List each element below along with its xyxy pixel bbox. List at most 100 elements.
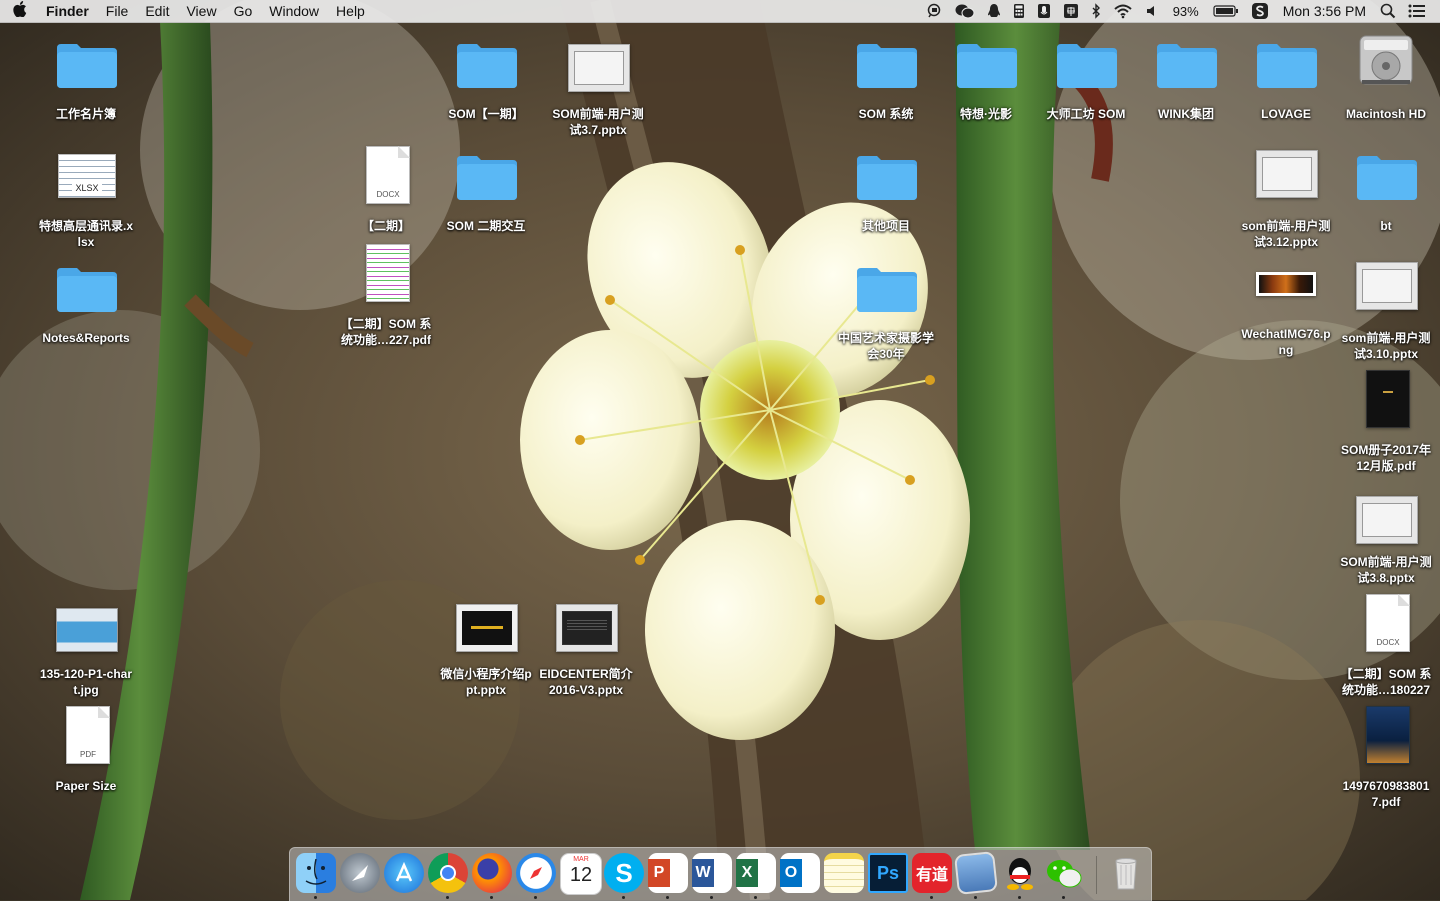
wechat-status-icon[interactable] xyxy=(949,0,981,22)
desktop-icon-pdf[interactable]: SOM册子2017年12月版.pdf xyxy=(1336,360,1436,474)
notes-icon[interactable] xyxy=(824,853,864,893)
trash-icon[interactable] xyxy=(1106,853,1146,893)
desktop-icon-folder[interactable]: SOM 二期交互 xyxy=(436,136,536,234)
battery-icon[interactable] xyxy=(1207,0,1245,22)
desktop-icon-pptx[interactable]: SOM前端-用户测试3.7.pptx xyxy=(548,24,648,138)
firefox-icon[interactable] xyxy=(472,853,512,893)
desktop-icon-pdf[interactable]: PDF Paper Size xyxy=(36,696,136,794)
desktop-icon-label: 中国艺术家摄影学会30年 xyxy=(838,331,935,361)
desktop-icon-folder[interactable]: WINK集团 xyxy=(1136,24,1236,122)
menu-file[interactable]: File xyxy=(97,0,137,22)
desktop-icon-folder[interactable]: bt xyxy=(1336,136,1436,234)
microphone-icon[interactable] xyxy=(1031,0,1057,22)
spotlight-icon[interactable] xyxy=(1374,0,1402,22)
desktop-icon-folder[interactable]: 特想·光影 xyxy=(936,24,1036,122)
desktop-icon-disk[interactable]: Macintosh HD xyxy=(1336,24,1436,122)
desktop-icon-label: SOM 系统 xyxy=(858,107,914,121)
desktop-icon-folder[interactable]: LOVAGE xyxy=(1236,24,1336,122)
desktop-icon-folder[interactable]: SOM 系统 xyxy=(836,24,936,122)
desktop-icon-folder[interactable]: SOM【一期】 xyxy=(436,24,536,122)
hard-drive-icon xyxy=(1359,35,1413,85)
presentation-file-icon xyxy=(1356,262,1418,310)
volume-icon[interactable] xyxy=(1139,0,1165,22)
photoshop-icon[interactable]: Ps xyxy=(868,853,908,893)
youdao-icon[interactable]: 有道 xyxy=(912,853,952,893)
desktop-icon-folder[interactable]: 工作名片簿 xyxy=(36,24,136,122)
bluetooth-icon[interactable] xyxy=(1085,0,1107,22)
desktop-icon-label: som前端-用户测试3.10.pptx xyxy=(1341,331,1431,361)
desktop-icon-label: 微信小程序介绍ppt.pptx xyxy=(440,667,532,697)
desktop-icon-label: 特想·光影 xyxy=(960,107,1012,121)
desktop-icon-label: bt xyxy=(1380,219,1392,233)
desktop-icon-label: Macintosh HD xyxy=(1345,107,1426,121)
calculator-icon[interactable] xyxy=(1007,0,1031,22)
folder-icon xyxy=(857,268,917,312)
app-menu-finder[interactable]: Finder xyxy=(40,0,97,22)
wifi-icon[interactable] xyxy=(1107,0,1139,22)
desktop-icon-pdf[interactable]: 【二期】SOM 系统功能…227.pdf xyxy=(336,234,436,348)
launchpad-icon[interactable] xyxy=(340,853,380,893)
menu-help[interactable]: Help xyxy=(328,0,374,22)
skype-icon[interactable]: S xyxy=(604,853,644,893)
menu-go[interactable]: Go xyxy=(225,0,261,22)
calendar-icon[interactable]: MAR 12 xyxy=(560,853,602,895)
folder-icon xyxy=(857,44,917,88)
desktop-icon-folder[interactable]: Notes&Reports xyxy=(36,248,136,346)
desktop-icon-folder[interactable]: 大师工坊 SOM xyxy=(1036,24,1136,122)
desktop-icon-png[interactable]: WechatIMG76.png xyxy=(1236,248,1336,358)
desktop-icon-docx[interactable]: DOCX 【二期】SOM 系统功能…180227 xyxy=(1336,584,1436,698)
desktop-icon-pptx[interactable]: som前端-用户测试3.10.pptx xyxy=(1336,248,1436,362)
desktop-icon-label: SOM前端-用户测试3.8.pptx xyxy=(1340,555,1432,585)
desktop-icon-pptx[interactable]: EIDCENTER简介2016-V3.pptx xyxy=(536,584,636,698)
word-icon[interactable]: W xyxy=(692,853,732,893)
sogou-input-icon[interactable] xyxy=(1245,0,1275,22)
app-store-icon[interactable] xyxy=(384,853,424,893)
safari-icon[interactable] xyxy=(516,853,556,893)
qq-status-icon[interactable] xyxy=(981,0,1007,22)
notification-center-icon[interactable] xyxy=(1402,0,1440,22)
desktop-icon-docx[interactable]: DOCX 【二期】 xyxy=(336,136,436,234)
desktop-icon-label: WechatIMG76.png xyxy=(1241,327,1331,357)
desktop-icon-label: EIDCENTER简介2016-V3.pptx xyxy=(539,667,633,697)
folder-icon xyxy=(1357,156,1417,200)
chrome-icon[interactable] xyxy=(428,853,468,893)
calendar-month: MAR xyxy=(573,856,589,863)
presentation-file-icon xyxy=(1256,150,1318,198)
desktop-icon-label: SOM 二期交互 xyxy=(446,219,526,233)
screen-capture-icon[interactable] xyxy=(921,0,949,22)
battery-percent: 93% xyxy=(1172,3,1199,19)
spreadsheet-file-icon: XLSX xyxy=(58,154,116,198)
desktop-icon-pptx[interactable]: som前端-用户测试3.12.pptx xyxy=(1236,136,1336,250)
finder-icon[interactable] xyxy=(296,853,336,893)
outlook-icon[interactable]: O xyxy=(780,853,820,893)
excel-icon[interactable]: X xyxy=(736,853,776,893)
folder-icon xyxy=(57,44,117,88)
desktop-icon-image[interactable]: 135-120-P1-chart.jpg xyxy=(36,584,136,698)
menu-edit[interactable]: Edit xyxy=(137,0,178,22)
desktop-icon-label: 特想高层通讯录.xlsx xyxy=(38,219,133,249)
menu-window[interactable]: Window xyxy=(261,0,328,22)
desktop-icon-pptx[interactable]: SOM前端-用户测试3.8.pptx xyxy=(1336,472,1436,586)
calendar-day: 12 xyxy=(569,864,593,886)
wechat-icon[interactable] xyxy=(1044,853,1084,893)
desktop-icon-label: 【二期】 xyxy=(361,219,410,233)
input-method-icon[interactable] xyxy=(1057,0,1085,22)
desktop-icon-folder[interactable]: 其他项目 xyxy=(836,136,936,234)
desktop-icon-folder[interactable]: 中国艺术家摄影学会30年 xyxy=(836,248,936,362)
clock[interactable]: Mon 3:56 PM xyxy=(1275,3,1374,19)
desktop-icon-label: Paper Size xyxy=(55,779,117,793)
desktop-icon-label: 135-120-P1-chart.jpg xyxy=(39,667,133,697)
presentation-file-icon xyxy=(568,44,630,92)
presentation-file-icon xyxy=(456,604,518,652)
qq-icon[interactable] xyxy=(1000,853,1040,893)
folder-icon xyxy=(1057,44,1117,88)
apple-menu-icon[interactable] xyxy=(0,1,40,21)
desktop-icon-xlsx[interactable]: XLSX 特想高层通讯录.xlsx xyxy=(36,136,136,250)
desktop-icon-pptx[interactable]: 微信小程序介绍ppt.pptx xyxy=(436,584,536,698)
powerpoint-icon[interactable]: P xyxy=(648,853,688,893)
desktop-icon-pdf[interactable]: 14976709838017.pdf xyxy=(1336,696,1436,810)
desktop-icon-label: LOVAGE xyxy=(1261,107,1311,121)
menu-view[interactable]: View xyxy=(178,0,225,22)
preview-icon[interactable] xyxy=(954,851,998,895)
presentation-file-icon xyxy=(556,604,618,652)
